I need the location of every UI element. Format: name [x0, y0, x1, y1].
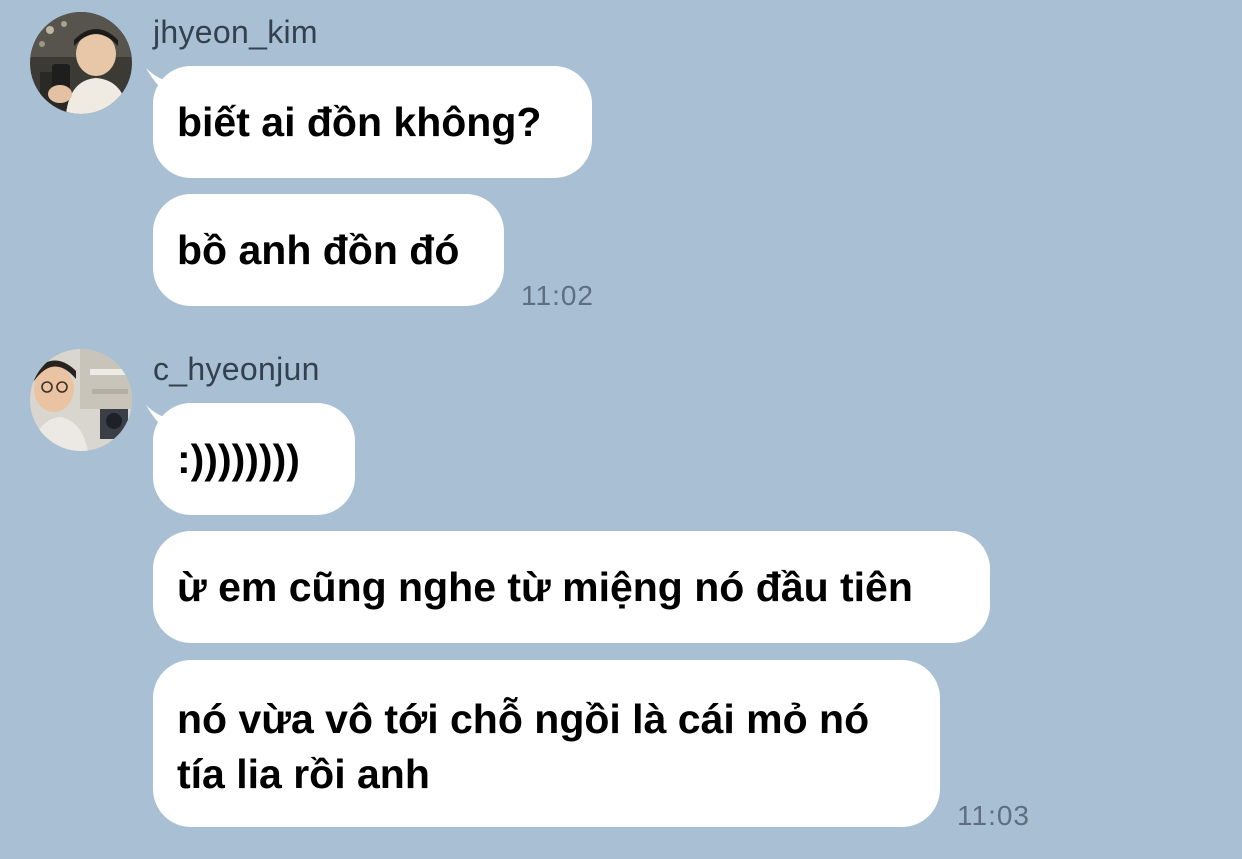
sender-username: jhyeon_kim — [153, 14, 318, 50]
message-bubble[interactable]: :)))))))) — [153, 403, 355, 515]
message-bubble[interactable]: bồ anh đồn đó — [153, 194, 504, 306]
message-text: nó vừa vô tới chỗ ngồi là cái mỏ nó tía … — [177, 696, 870, 797]
message-text: biết ai đồn không? — [177, 98, 542, 145]
message-bubble[interactable]: ừ em cũng nghe từ miệng nó đầu tiên — [153, 531, 990, 643]
user-photo-icon — [30, 12, 132, 114]
message-text: bồ anh đồn đó — [177, 226, 460, 273]
sender-username: c_hyeonjun — [153, 351, 320, 387]
user-photo-icon — [30, 349, 132, 451]
avatar-jhyeon-kim[interactable] — [30, 12, 132, 114]
message-text: ừ em cũng nghe từ miệng nó đầu tiên — [177, 563, 913, 610]
avatar-c-hyeonjun[interactable] — [30, 349, 132, 451]
message-timestamp: 11:03 — [957, 800, 1030, 831]
message-timestamp: 11:02 — [521, 280, 594, 311]
message-text: :)))))))) — [177, 435, 300, 482]
message-bubble[interactable]: biết ai đồn không? — [153, 66, 592, 178]
message-bubble[interactable]: nó vừa vô tới chỗ ngồi là cái mỏ nó tía … — [153, 660, 940, 827]
